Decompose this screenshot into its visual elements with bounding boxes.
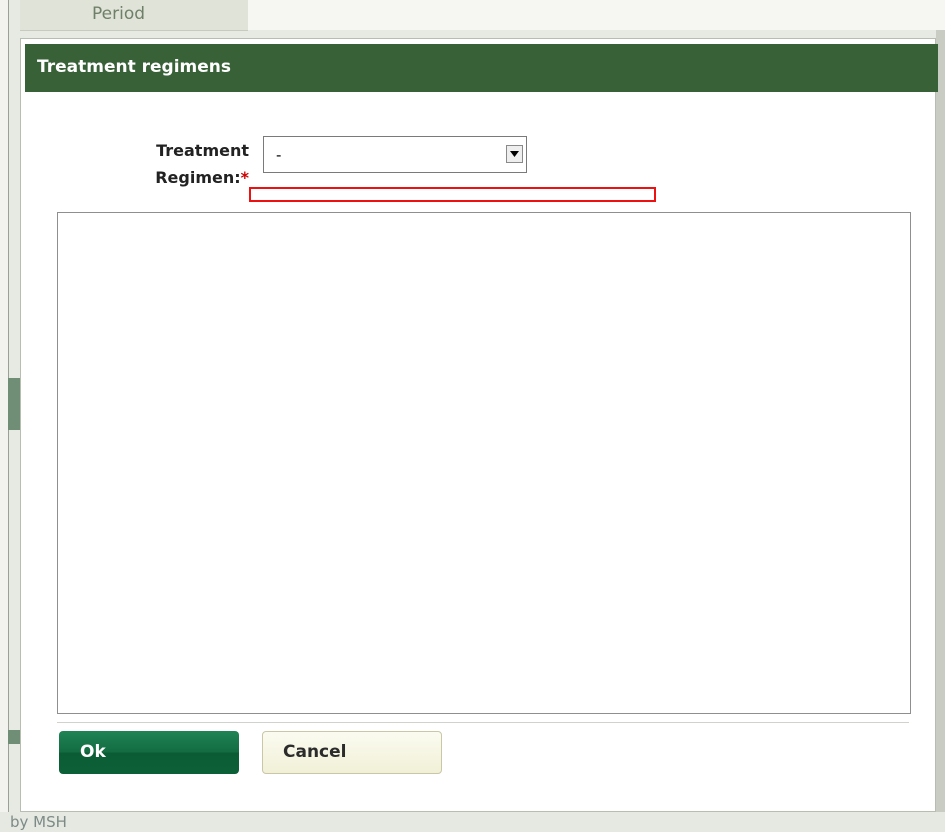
ok-button[interactable]: Ok bbox=[59, 731, 239, 774]
background-period-tab: Period bbox=[20, 0, 248, 31]
required-marker: * bbox=[240, 168, 249, 187]
background-footer-text: by MSH bbox=[10, 813, 67, 831]
regimen-select-value: - bbox=[276, 146, 282, 164]
regimen-label-line1: Treatment bbox=[156, 141, 249, 160]
cancel-button-label: Cancel bbox=[283, 742, 347, 762]
regimen-validation-error bbox=[249, 187, 656, 202]
dialog-title: Treatment regimens bbox=[37, 57, 232, 77]
background-period-label: Period bbox=[92, 4, 146, 24]
triangle-down-icon bbox=[510, 151, 519, 157]
background-top-strip bbox=[248, 0, 945, 30]
dropdown-arrow-button[interactable] bbox=[506, 145, 523, 163]
footer-divider bbox=[57, 722, 909, 723]
dialog-header: Treatment regimens bbox=[25, 44, 938, 92]
regimen-label-line2: Regimen: bbox=[155, 168, 241, 187]
background-right-edge bbox=[936, 30, 945, 812]
treatment-regimen-label: Treatment Regimen:* bbox=[119, 137, 249, 191]
cancel-button[interactable]: Cancel bbox=[262, 731, 442, 774]
background-footer: by MSH bbox=[0, 812, 945, 832]
treatment-regimen-select[interactable]: - bbox=[263, 136, 527, 173]
treatment-regimens-dialog: Treatment regimens Treatment Regimen:* -… bbox=[20, 38, 938, 812]
regimen-details-panel bbox=[57, 212, 911, 714]
ok-button-label: Ok bbox=[80, 742, 106, 762]
